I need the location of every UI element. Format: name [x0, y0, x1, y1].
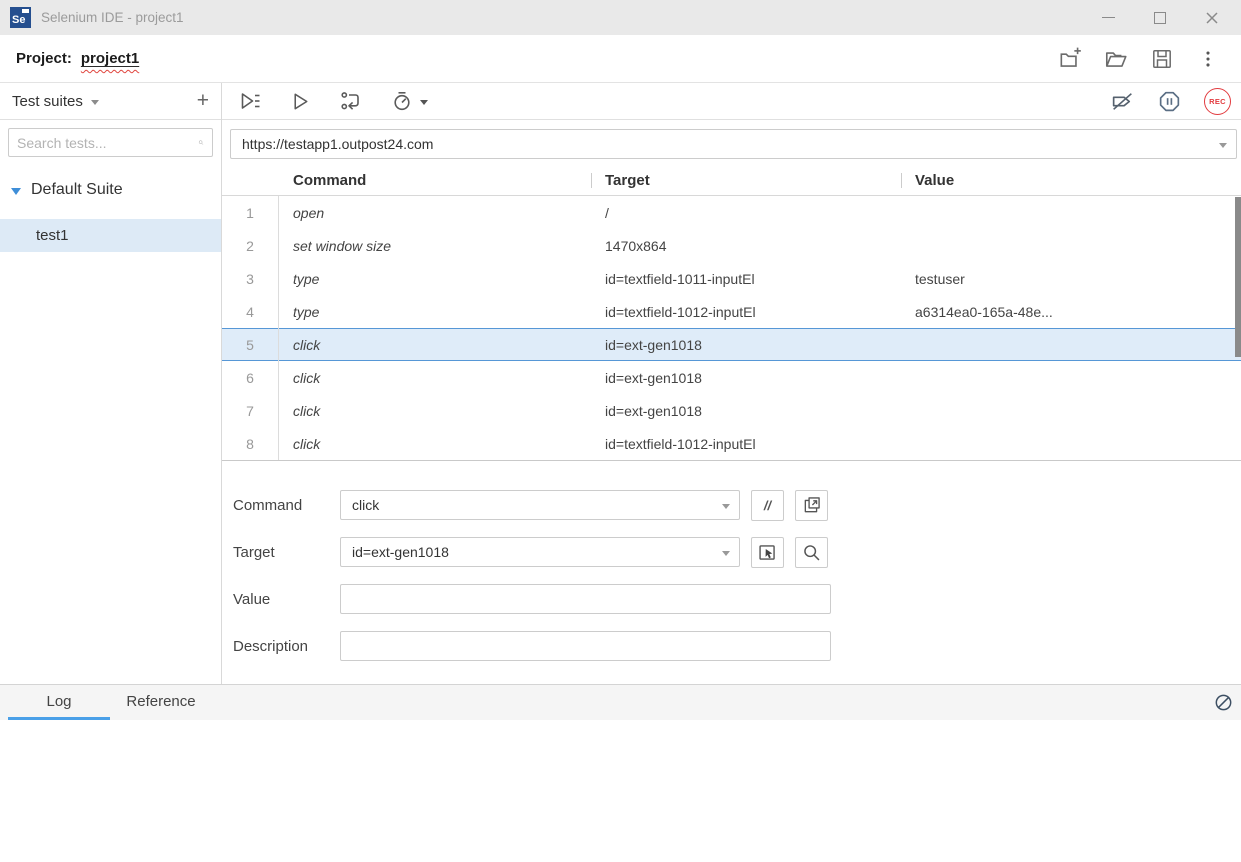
selenium-ide-window: Se Selenium IDE - project1 Project: proj… — [0, 0, 1241, 862]
value-field-label: Value — [233, 591, 340, 608]
titlebar: Se Selenium IDE - project1 — [0, 0, 1241, 35]
target-field-label: Target — [233, 544, 340, 561]
column-header-command: Command — [278, 172, 591, 189]
maximize-icon — [1154, 12, 1166, 24]
open-new-window-icon — [802, 495, 822, 515]
target-select[interactable]: id=ext-gen1018 — [340, 537, 740, 567]
commands-table: Command Target Value 1 open / 2 set wind… — [222, 166, 1241, 461]
find-target-button[interactable] — [795, 537, 828, 568]
chevron-down-icon — [420, 100, 428, 105]
search-tests-box[interactable] — [8, 128, 213, 157]
select-target-icon — [757, 542, 778, 563]
tab-reference[interactable]: Reference — [110, 685, 212, 720]
table-row[interactable]: 2 set window size 1470x864 — [222, 229, 1241, 262]
run-current-test-button[interactable] — [289, 90, 312, 113]
sidebar-item-test1[interactable]: test1 — [0, 219, 221, 252]
table-row[interactable]: 4 type id=textfield-1012-inputEl a6314ea… — [222, 295, 1241, 328]
suite-default-suite[interactable]: Default Suite — [0, 175, 221, 205]
tests-sidebar: Test suites + Default Suite test1 — [0, 83, 222, 684]
table-row[interactable]: 1 open / — [222, 196, 1241, 229]
run-all-tests-button[interactable] — [238, 89, 262, 113]
new-project-icon — [1057, 46, 1083, 72]
run-all-icon — [238, 89, 262, 113]
table-row[interactable]: 3 type id=textfield-1011-inputEl testuse… — [222, 262, 1241, 295]
suite-expand-icon[interactable] — [11, 188, 21, 195]
project-name[interactable]: project1 — [81, 50, 139, 67]
window-title: Selenium IDE - project1 — [41, 10, 184, 25]
tab-log[interactable]: Log — [8, 685, 110, 720]
chevron-down-icon — [1219, 143, 1227, 148]
search-icon — [801, 542, 822, 563]
search-icon — [198, 133, 204, 152]
table-header: Command Target Value — [222, 166, 1241, 196]
more-options-button[interactable] — [1195, 46, 1221, 72]
stopwatch-icon — [390, 89, 414, 113]
minimize-icon — [1102, 17, 1115, 18]
table-row[interactable]: 6 click id=ext-gen1018 — [222, 361, 1241, 394]
close-icon — [1205, 11, 1219, 25]
chevron-down-icon — [722, 504, 730, 509]
select-target-in-page-button[interactable] — [751, 537, 784, 568]
description-field-label: Description — [233, 638, 340, 655]
kebab-menu-icon — [1197, 47, 1219, 71]
clear-log-button[interactable] — [1212, 691, 1235, 714]
table-scrollbar[interactable] — [1235, 197, 1241, 357]
new-project-button[interactable] — [1057, 46, 1083, 72]
save-project-button[interactable] — [1149, 46, 1175, 72]
column-header-target: Target — [591, 172, 901, 189]
project-label: Project: — [16, 50, 72, 67]
step-over-icon — [339, 89, 363, 113]
column-divider — [278, 196, 279, 460]
table-row[interactable]: 8 click id=textfield-1012-inputEl — [222, 427, 1241, 460]
selenium-logo-icon: Se — [10, 7, 31, 28]
chevron-down-icon[interactable] — [91, 100, 99, 105]
command-select[interactable]: click — [340, 490, 740, 520]
maximize-button[interactable] — [1153, 11, 1167, 25]
command-field-label: Command — [233, 497, 340, 514]
suites-dropdown[interactable]: Test suites — [12, 93, 83, 110]
command-editor: Command click // — [222, 490, 1241, 661]
description-input[interactable] — [340, 631, 831, 661]
playback-toolbar: REC — [222, 83, 1241, 120]
disable-breakpoints-button[interactable] — [1110, 89, 1135, 114]
value-input[interactable] — [340, 584, 831, 614]
open-project-button[interactable] — [1103, 46, 1129, 72]
pause-octagon-icon — [1157, 89, 1182, 114]
test-editor-main: REC https://testapp1.outpost24.com Comma… — [222, 83, 1241, 684]
pause-on-exceptions-button[interactable] — [1157, 89, 1182, 114]
record-button[interactable]: REC — [1204, 88, 1231, 115]
project-bar: Project: project1 — [0, 35, 1241, 83]
table-row[interactable]: 7 click id=ext-gen1018 — [222, 394, 1241, 427]
play-icon — [289, 90, 312, 113]
step-over-button[interactable] — [339, 89, 363, 113]
toggle-comment-button[interactable]: // — [751, 490, 784, 521]
table-row-selected[interactable]: 5 click id=ext-gen1018 — [222, 328, 1241, 361]
save-icon — [1150, 47, 1174, 71]
open-folder-icon — [1103, 46, 1129, 72]
log-panel: Log Reference — [0, 684, 1241, 862]
base-url-select[interactable]: https://testapp1.outpost24.com — [230, 129, 1237, 159]
chevron-down-icon — [722, 551, 730, 556]
clear-log-icon — [1213, 692, 1234, 713]
add-test-button[interactable]: + — [197, 91, 209, 111]
column-header-value: Value — [901, 172, 1241, 189]
search-tests-input[interactable] — [17, 135, 198, 151]
close-button[interactable] — [1205, 11, 1219, 25]
minimize-button[interactable] — [1101, 11, 1115, 25]
open-new-window-button[interactable] — [795, 490, 828, 521]
test-speed-control[interactable] — [390, 89, 428, 113]
disable-breakpoints-icon — [1110, 89, 1135, 114]
